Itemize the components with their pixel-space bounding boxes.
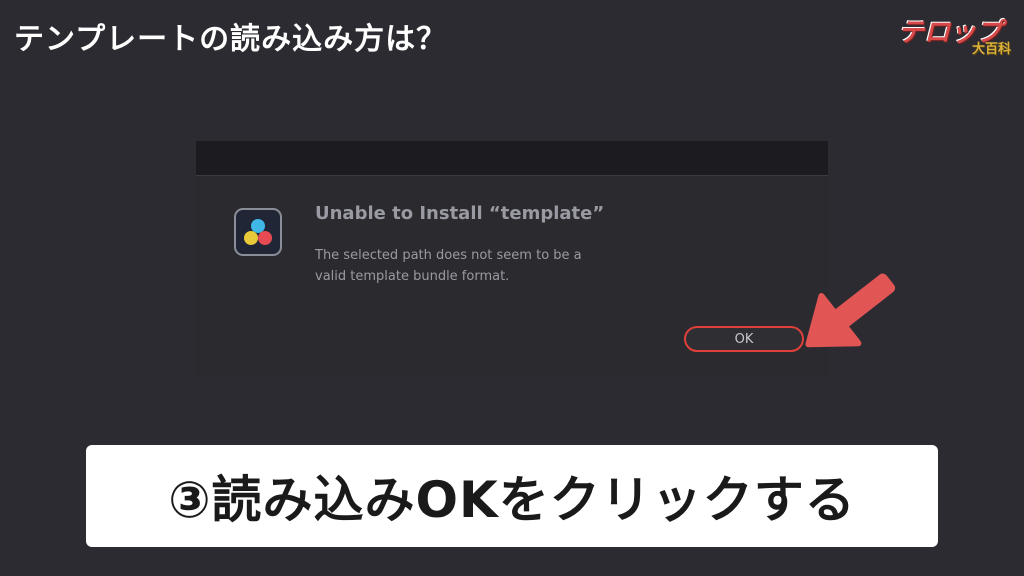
arrow-pointer-icon [805,273,896,348]
dialog-heading: Unable to Install “template” [315,203,605,224]
dialog-message: The selected path does not seem to be a … [315,248,582,284]
brand-logo-sub: 大百科 [972,42,1012,57]
caption-box: ③読み込みOKをクリックする [86,445,938,547]
davinci-resolve-icon [234,208,282,256]
caption-text: ③読み込みOKをクリックする [168,471,856,529]
page-title: テンプレートの読み込み方は？ [14,22,448,57]
ok-button[interactable]: OK [684,326,804,352]
brand-logo: テロップ 大百科 [898,10,1014,58]
dialog-titlebar[interactable] [196,141,828,176]
install-error-dialog: Unable to Install “template” The selecte… [196,141,828,376]
